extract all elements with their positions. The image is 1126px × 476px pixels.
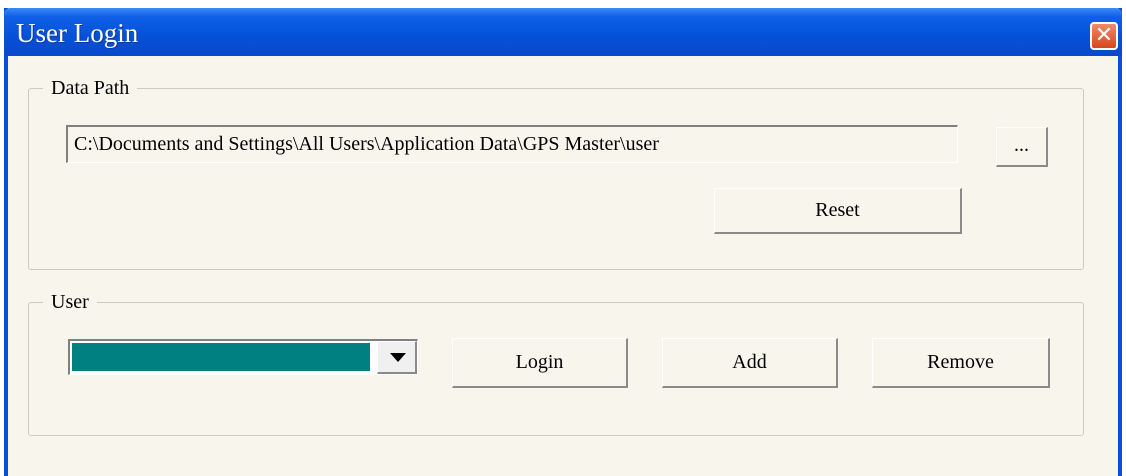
user-select[interactable] <box>68 339 418 375</box>
title-bar[interactable]: User Login ✕ <box>4 8 1122 56</box>
close-icon[interactable]: ✕ <box>1090 22 1118 50</box>
user-select-value <box>72 343 370 371</box>
browse-button[interactable]: ... <box>996 127 1048 167</box>
user-group-label: User <box>43 290 97 314</box>
login-button[interactable]: Login <box>452 338 628 388</box>
data-path-input[interactable]: C:\Documents and Settings\All Users\Appl… <box>66 125 958 163</box>
data-path-group: Data Path <box>28 76 1084 270</box>
chevron-down-icon[interactable] <box>377 341 417 374</box>
remove-user-button[interactable]: Remove <box>872 338 1050 388</box>
window-title: User Login <box>16 18 139 48</box>
reset-button[interactable]: Reset <box>714 188 962 234</box>
data-path-group-label: Data Path <box>43 76 138 100</box>
dialog-body: Data Path C:\Documents and Settings\All … <box>8 56 1118 476</box>
add-user-button[interactable]: Add <box>662 338 838 388</box>
login-window: User Login ✕ Data Path C:\Documents and … <box>4 8 1122 476</box>
